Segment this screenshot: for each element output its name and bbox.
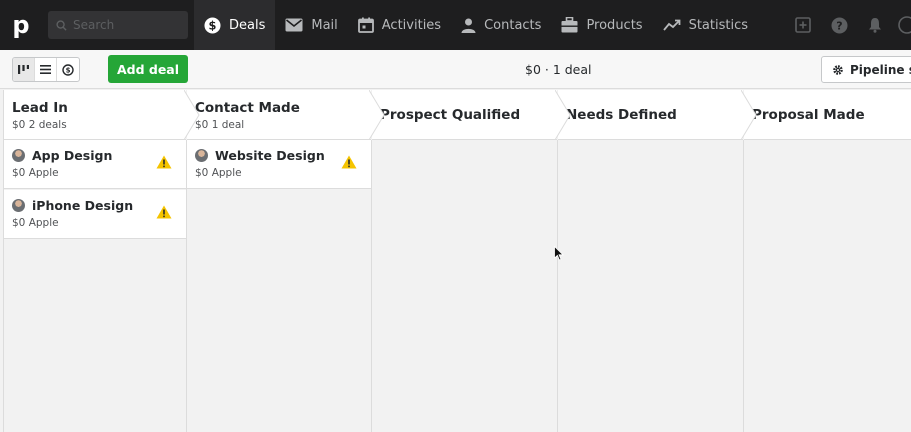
- help-icon: ?: [831, 17, 847, 33]
- user-avatar[interactable]: [893, 0, 911, 50]
- deal-card[interactable]: iPhone Design $0 Apple: [4, 190, 186, 239]
- stage-summary: $0 1 deal: [195, 119, 245, 131]
- kanban-icon: [18, 64, 29, 74]
- search-placeholder: Search: [73, 18, 115, 32]
- stage-title: Proposal Made: [752, 107, 865, 123]
- help-button[interactable]: ?: [821, 0, 857, 50]
- avatar: [195, 149, 208, 162]
- search-input[interactable]: Search: [48, 11, 188, 39]
- plus-square-icon: [795, 17, 811, 33]
- deal-title: Website Design: [215, 148, 325, 163]
- stage-column-needs-defined: [558, 140, 744, 432]
- stage-column-lead-in: App Design $0 Apple iPhone Design $0 App…: [3, 140, 187, 432]
- avatar: [12, 199, 25, 212]
- top-nav: p Search $ Deals Mail Activities Contact…: [0, 0, 911, 50]
- list-view-button[interactable]: [35, 58, 57, 81]
- forecast-view-button[interactable]: $: [57, 58, 79, 81]
- nav-item-mail[interactable]: Mail: [275, 0, 347, 50]
- mail-icon: [285, 18, 303, 32]
- search-icon: [56, 19, 67, 31]
- nav-label-contacts: Contacts: [484, 17, 542, 33]
- stage-chevron: [369, 90, 385, 140]
- nav-label-mail: Mail: [311, 17, 338, 33]
- bell-icon: [869, 18, 881, 33]
- toolbar: $ Add deal $0 · 1 deal Pipeline se: [0, 50, 911, 89]
- stage-title: Contact Made: [195, 100, 300, 116]
- stage-header-prospect-qualified[interactable]: Prospect Qualified: [372, 90, 571, 140]
- nav-item-activities[interactable]: Activities: [348, 0, 451, 50]
- deal-card[interactable]: App Design $0 Apple: [4, 140, 186, 189]
- dollar-circle-icon: $: [204, 16, 221, 34]
- add-deal-button[interactable]: Add deal: [108, 55, 188, 83]
- warning-icon[interactable]: [156, 155, 172, 169]
- pipeline-summary: $0 · 1 deal: [525, 62, 592, 77]
- stage-column-contact-made: Website Design $0 Apple: [187, 140, 372, 432]
- stage-title: Lead In: [12, 100, 68, 116]
- nav-label-deals: Deals: [229, 17, 266, 33]
- stage-header-proposal-made[interactable]: Proposal Made: [744, 90, 911, 140]
- nav-label-statistics: Statistics: [688, 17, 749, 33]
- stage-header-contact-made[interactable]: Contact Made $0 1 deal: [187, 90, 385, 140]
- avatar-icon: [898, 16, 911, 34]
- nav-item-deals[interactable]: $ Deals: [194, 0, 276, 50]
- stage-chevron: [184, 90, 200, 140]
- stage-title: Needs Defined: [566, 107, 677, 123]
- deal-card[interactable]: Website Design $0 Apple: [187, 140, 371, 189]
- box-icon: [561, 17, 578, 33]
- warning-icon[interactable]: [341, 155, 357, 169]
- view-switcher: $: [12, 57, 80, 82]
- deal-title: iPhone Design: [32, 198, 134, 213]
- avatar: [12, 149, 25, 162]
- person-icon: [461, 18, 476, 33]
- gear-icon: [833, 64, 843, 75]
- nav-item-products[interactable]: Products: [551, 0, 652, 50]
- warning-icon[interactable]: [156, 205, 172, 219]
- pipeline-settings-button[interactable]: Pipeline se: [821, 56, 911, 83]
- nav-item-contacts[interactable]: Contacts: [451, 0, 551, 50]
- stage-title: Prospect Qualified: [380, 107, 521, 123]
- pipeline-board: Lead In $0 2 deals App Design $0 Apple i…: [3, 90, 911, 432]
- svg-text:$: $: [209, 18, 217, 32]
- stage-column-proposal-made: [744, 140, 911, 432]
- notifications-button[interactable]: [857, 0, 893, 50]
- trend-icon: [662, 19, 681, 31]
- svg-text:$: $: [66, 66, 71, 74]
- quick-add-button[interactable]: [785, 0, 821, 50]
- deal-title: App Design: [32, 148, 113, 163]
- stage-chevron: [741, 90, 757, 140]
- stage-chevron: [555, 90, 571, 140]
- pipeline-view-button[interactable]: [13, 58, 35, 81]
- list-icon: [40, 65, 51, 74]
- svg-text:?: ?: [836, 19, 842, 32]
- stage-column-prospect-qualified: [372, 140, 558, 432]
- nav-label-activities: Activities: [381, 17, 442, 33]
- stage-header-needs-defined[interactable]: Needs Defined: [558, 90, 757, 140]
- nav-item-statistics[interactable]: Statistics: [653, 0, 758, 50]
- pipeline-settings-label: Pipeline se: [850, 62, 911, 77]
- mouse-cursor-icon: [554, 246, 564, 261]
- forecast-icon: $: [62, 63, 74, 76]
- calendar-icon: [357, 17, 374, 33]
- nav-label-products: Products: [586, 17, 643, 33]
- stage-header-lead-in[interactable]: Lead In $0 2 deals: [3, 90, 200, 140]
- stage-summary: $0 2 deals: [12, 119, 67, 131]
- app-logo[interactable]: p: [4, 0, 38, 50]
